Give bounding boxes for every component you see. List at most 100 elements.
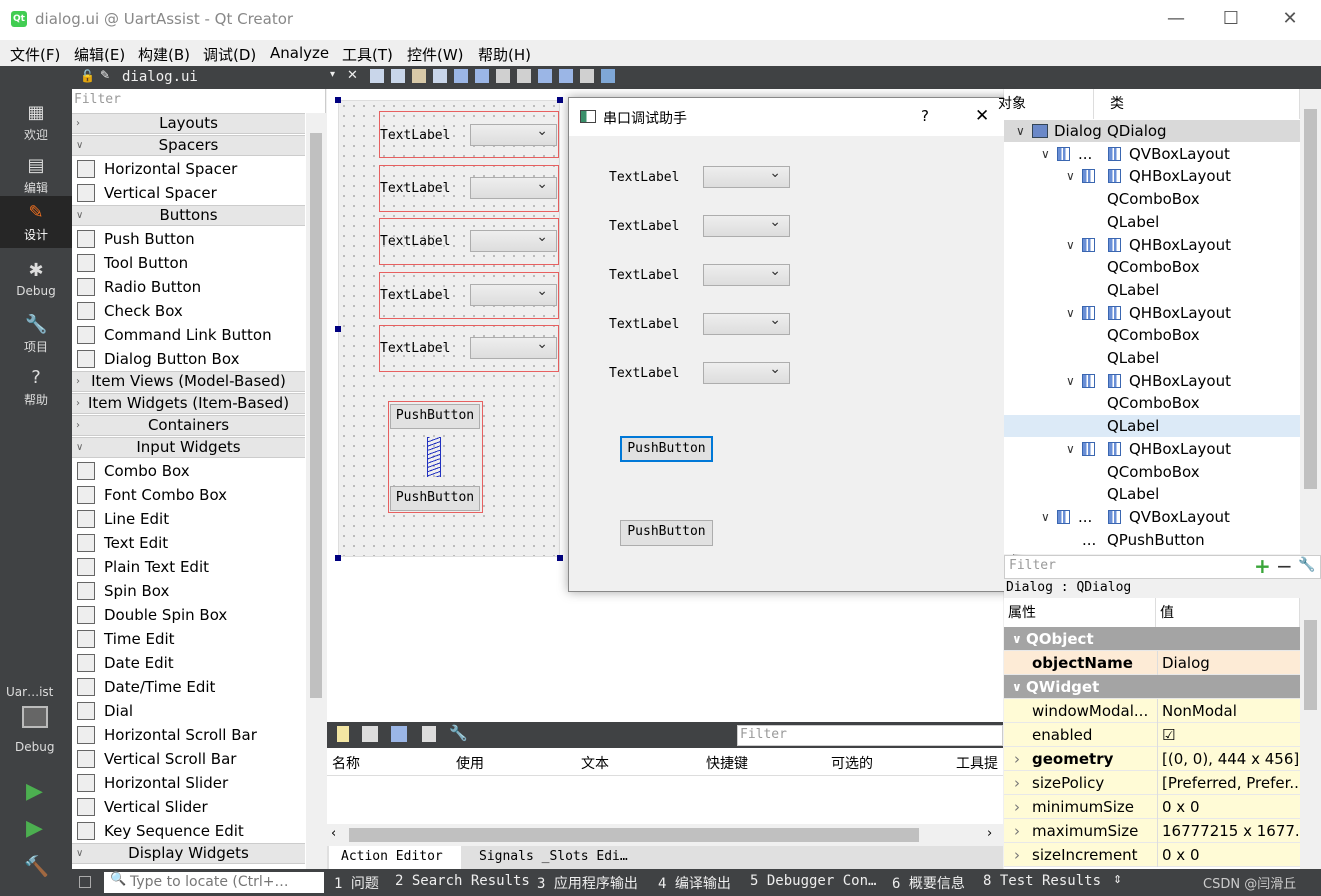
widget-item[interactable]: Horizontal Scroll Bar <box>72 723 305 747</box>
output-general-messages[interactable]: 6 概要信息 <box>892 873 965 893</box>
locator-input[interactable]: Type to locate (Ctrl+… <box>130 874 289 890</box>
widget-item[interactable]: Dialog Button Box <box>72 347 305 371</box>
menu-widgets[interactable]: 控件(W) <box>407 44 464 65</box>
chevron-right-icon[interactable]: › <box>1014 819 1020 843</box>
output-issues[interactable]: 1 问题 <box>334 873 379 893</box>
new-action-icon[interactable] <box>337 726 349 742</box>
object-tree-row[interactable]: ∨... QVBoxLayout <box>1004 506 1300 528</box>
property-value[interactable]: ☑ <box>1157 723 1300 747</box>
widget-item[interactable]: Double Spin Box <box>72 603 305 627</box>
form-text-label[interactable]: TextLabel <box>380 288 450 303</box>
form-combo-box[interactable] <box>470 336 557 359</box>
column-tooltip[interactable]: 工具提 <box>956 753 998 773</box>
object-tree-row[interactable]: ... QPushButton <box>1004 529 1300 551</box>
widget-item[interactable]: Font Combo Box <box>72 483 305 507</box>
chevron-right-icon[interactable]: › <box>1014 795 1020 819</box>
selection-handle[interactable] <box>335 555 341 561</box>
category-header[interactable]: ∨ Display Widgets <box>72 843 305 864</box>
column-property[interactable]: 属性 <box>1004 598 1156 628</box>
form-push-button[interactable]: PushButton <box>390 404 480 429</box>
widget-item[interactable]: Push Button <box>72 227 305 251</box>
debug-run-icon[interactable]: ▶ <box>26 816 43 841</box>
adjust-size-icon[interactable] <box>601 69 615 83</box>
scroll-thumb[interactable] <box>1304 620 1317 710</box>
object-tree-row[interactable]: QLabel <box>1004 347 1300 369</box>
wrench-icon[interactable]: 🔧 <box>449 724 468 742</box>
object-tree-row[interactable]: QLabel <box>1004 211 1300 233</box>
widget-item[interactable]: Spin Box <box>72 579 305 603</box>
column-value[interactable]: 值 <box>1156 598 1300 628</box>
object-tree-row[interactable]: ∨... QVBoxLayout <box>1004 143 1300 165</box>
menu-debug[interactable]: 调试(D) <box>203 44 256 65</box>
form-push-button[interactable]: PushButton <box>390 486 480 511</box>
widget-item[interactable]: Tool Button <box>72 251 305 275</box>
chevron-right-icon[interactable]: › <box>1014 843 1020 867</box>
menu-help[interactable]: 帮助(H) <box>478 44 531 65</box>
object-tree-row[interactable]: ∨ QHBoxLayout <box>1004 438 1300 460</box>
output-compile[interactable]: 4 编译输出 <box>658 873 731 893</box>
close-button[interactable]: ✕ <box>1278 8 1302 32</box>
objinsp-scrollbar[interactable] <box>1300 89 1321 554</box>
wrench-icon[interactable]: 🔧 <box>1298 557 1315 573</box>
property-row[interactable]: › geometry [(0, 0), 444 x 456] <box>1004 747 1300 771</box>
widget-item[interactable]: Command Link Button <box>72 323 305 347</box>
layout-vsplitter-icon[interactable] <box>517 69 531 83</box>
object-tree-row[interactable]: QLabel <box>1004 279 1300 301</box>
object-tree-row[interactable]: QLabel <box>1004 415 1300 438</box>
chevron-down-icon[interactable]: ∨ <box>1066 438 1075 460</box>
widget-item[interactable]: Line Edit <box>72 507 305 531</box>
category-header[interactable]: › Containers <box>72 415 305 436</box>
widget-filter-input[interactable]: Filter <box>74 92 121 107</box>
object-tree-row[interactable]: QComboBox <box>1004 256 1300 278</box>
menu-file[interactable]: 文件(F) <box>10 44 60 65</box>
scroll-right-icon[interactable]: › <box>987 826 992 841</box>
output-search-results[interactable]: 2 Search Results <box>395 873 530 889</box>
edit-tab-order-icon[interactable] <box>433 69 447 83</box>
editor-tab-file[interactable]: dialog.ui <box>122 69 198 85</box>
output-application[interactable]: 3 应用程序输出 <box>537 873 638 893</box>
break-layout-icon[interactable] <box>580 69 594 83</box>
preview-close-button[interactable]: ✕ <box>975 106 989 126</box>
panel-arrows-icon[interactable]: ⇕ <box>1113 873 1122 886</box>
chevron-right-icon[interactable]: › <box>1014 747 1020 771</box>
layout-grid-icon[interactable] <box>559 69 573 83</box>
property-row[interactable]: › sizeIncrement 0 x 0 <box>1004 843 1300 867</box>
widget-item[interactable]: Date/Time Edit <box>72 675 305 699</box>
menu-tools[interactable]: 工具(T) <box>342 44 393 65</box>
paste-action-icon[interactable] <box>391 726 407 742</box>
preview-push-button-2[interactable]: PushButton <box>620 520 713 546</box>
form-text-label[interactable]: TextLabel <box>380 181 450 196</box>
output-debugger-console[interactable]: 5 Debugger Con… <box>750 873 876 889</box>
property-row[interactable]: › sizePolicy [Preferred, Prefer... <box>1004 771 1300 795</box>
form-text-label[interactable]: TextLabel <box>380 341 450 356</box>
form-text-label[interactable]: TextLabel <box>380 128 450 143</box>
edit-widgets-icon[interactable] <box>370 69 384 83</box>
object-tree-row[interactable]: QComboBox <box>1004 188 1300 210</box>
tab-signals-slots[interactable]: Signals _Slots Edi… <box>479 849 628 864</box>
mode-welcome[interactable]: ▦ 欢迎 <box>0 96 72 148</box>
widget-item[interactable]: Text Edit <box>72 531 305 555</box>
remove-property-button[interactable]: − <box>1276 554 1293 578</box>
property-row[interactable]: objectName Dialog <box>1004 651 1300 675</box>
layout-form-icon[interactable] <box>538 69 552 83</box>
preview-combo-box[interactable] <box>703 312 790 335</box>
property-row[interactable]: › minimumSize 0 x 0 <box>1004 795 1300 819</box>
object-tree-row[interactable]: ∨ QHBoxLayout <box>1004 302 1300 324</box>
tab-action-editor[interactable]: Action Editor <box>329 846 461 870</box>
widget-item[interactable]: Vertical Scroll Bar <box>72 747 305 771</box>
action-filter-input[interactable]: Filter <box>740 727 787 742</box>
monitor-icon[interactable] <box>22 706 48 728</box>
selection-handle[interactable] <box>335 326 341 332</box>
selection-handle[interactable] <box>335 97 341 103</box>
widget-item[interactable]: Key Sequence Edit <box>72 819 305 843</box>
minimize-button[interactable]: — <box>1164 8 1188 32</box>
scroll-left-icon[interactable]: ‹ <box>331 826 336 841</box>
column-text[interactable]: 文本 <box>581 753 609 773</box>
category-header[interactable]: › Item Views (Model-Based) <box>72 371 305 392</box>
preview-push-button-1[interactable]: PushButton <box>620 436 713 462</box>
property-row[interactable]: ∨ QWidget <box>1004 675 1300 699</box>
output-test-results[interactable]: 8 Test Results <box>983 873 1101 889</box>
form-text-label[interactable]: TextLabel <box>380 234 450 249</box>
preview-combo-box[interactable] <box>703 263 790 286</box>
scroll-thumb[interactable] <box>310 133 322 698</box>
